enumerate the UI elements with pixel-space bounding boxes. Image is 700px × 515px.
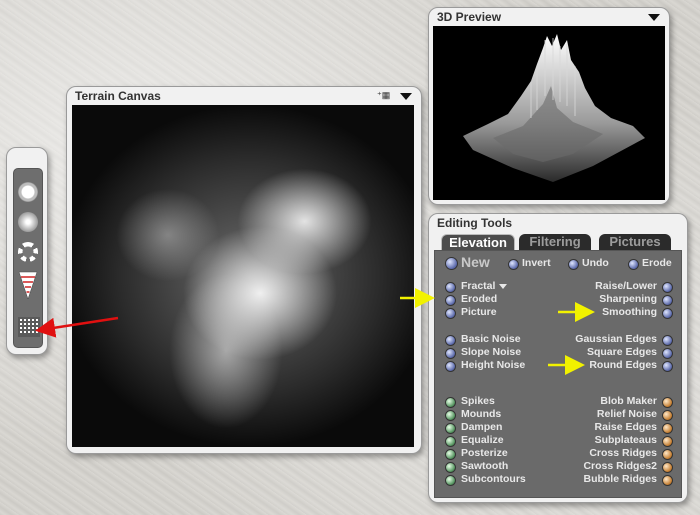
- elevation-tab-body: New Invert Undo Erode Fractal Eroded Pic…: [434, 250, 682, 498]
- tab-elevation[interactable]: Elevation: [441, 234, 515, 251]
- posterize-button-icon[interactable]: [445, 449, 456, 460]
- sawtooth-button[interactable]: Sawtooth: [461, 460, 508, 472]
- mounds-button-icon[interactable]: [445, 410, 456, 421]
- square-edges-button[interactable]: Square Edges: [587, 346, 657, 358]
- sawtooth-button-icon[interactable]: [445, 462, 456, 473]
- subplateaus-button-icon[interactable]: [662, 436, 673, 447]
- spikes-button[interactable]: Spikes: [461, 395, 495, 407]
- brush-toolbar: [6, 147, 48, 355]
- invert-button-icon[interactable]: [508, 259, 519, 270]
- gaussian-edges-button[interactable]: Gaussian Edges: [575, 333, 657, 345]
- terrain-title: Terrain Canvas: [75, 89, 161, 103]
- height-noise-button[interactable]: Height Noise: [461, 359, 525, 371]
- blob-maker-button-icon[interactable]: [662, 397, 673, 408]
- preview-title: 3D Preview: [437, 10, 502, 24]
- grid-tool-icon[interactable]: [18, 317, 40, 337]
- preview-viewport[interactable]: [433, 26, 665, 200]
- picture-button-icon[interactable]: [445, 308, 456, 319]
- basic-noise-button-icon[interactable]: [445, 335, 456, 346]
- resize-icon[interactable]: ⁺▦: [377, 90, 390, 101]
- editing-title: Editing Tools: [437, 216, 513, 230]
- basic-noise-button[interactable]: Basic Noise: [461, 333, 521, 345]
- toolbar-tray: [13, 168, 43, 348]
- raise-edges-button[interactable]: Raise Edges: [595, 421, 657, 433]
- relief-noise-button-icon[interactable]: [662, 410, 673, 421]
- brush-spray-icon[interactable]: [18, 242, 38, 262]
- height-noise-button-icon[interactable]: [445, 361, 456, 372]
- mounds-button[interactable]: Mounds: [461, 408, 501, 420]
- terrain-canvas-panel: Terrain Canvas ⁺▦: [66, 86, 422, 454]
- cross-ridges-button-icon[interactable]: [662, 449, 673, 460]
- round-edges-button[interactable]: Round Edges: [589, 359, 657, 371]
- subcontours-button[interactable]: Subcontours: [461, 473, 526, 485]
- preview-panel: 3D Preview: [428, 7, 670, 205]
- gaussian-edges-button-icon[interactable]: [662, 335, 673, 346]
- fractal-button-icon[interactable]: [445, 282, 456, 293]
- tab-filtering[interactable]: Filtering: [519, 234, 591, 250]
- eroded-button-icon[interactable]: [445, 295, 456, 306]
- new-button[interactable]: New: [461, 254, 490, 270]
- round-edges-button-icon[interactable]: [662, 361, 673, 372]
- spikes-button-icon[interactable]: [445, 397, 456, 408]
- undo-button-icon[interactable]: [568, 259, 579, 270]
- terrain-heightmap[interactable]: [72, 105, 414, 447]
- equalize-button[interactable]: Equalize: [461, 434, 504, 446]
- brush-hard-icon[interactable]: [18, 182, 38, 202]
- new-button-icon[interactable]: [445, 257, 458, 270]
- sharpening-button[interactable]: Sharpening: [599, 293, 657, 305]
- erode-button-icon[interactable]: [628, 259, 639, 270]
- raise-lower-button[interactable]: Raise/Lower: [595, 280, 657, 292]
- picture-button[interactable]: Picture: [461, 306, 497, 318]
- erode-button[interactable]: Erode: [642, 257, 672, 269]
- bubble-ridges-button-icon[interactable]: [662, 475, 673, 486]
- tab-pictures[interactable]: Pictures: [599, 234, 671, 250]
- subplateaus-button[interactable]: Subplateaus: [595, 434, 657, 446]
- dampen-button-icon[interactable]: [445, 423, 456, 434]
- equalize-button-icon[interactable]: [445, 436, 456, 447]
- brush-soft-icon[interactable]: [18, 212, 38, 232]
- subcontours-button-icon[interactable]: [445, 475, 456, 486]
- blob-maker-button[interactable]: Blob Maker: [600, 395, 657, 407]
- slope-noise-button-icon[interactable]: [445, 348, 456, 359]
- preview-menu-arrow-icon[interactable]: [648, 14, 660, 21]
- undo-button[interactable]: Undo: [582, 257, 609, 269]
- slope-noise-button[interactable]: Slope Noise: [461, 346, 521, 358]
- cross-ridges2-button[interactable]: Cross Ridges2: [583, 460, 657, 472]
- cross-ridges2-button-icon[interactable]: [662, 462, 673, 473]
- eroded-button[interactable]: Eroded: [461, 293, 497, 305]
- brush-strength-icon[interactable]: [18, 271, 38, 300]
- dampen-button[interactable]: Dampen: [461, 421, 502, 433]
- raise-edges-button-icon[interactable]: [662, 423, 673, 434]
- bubble-ridges-button[interactable]: Bubble Ridges: [583, 473, 657, 485]
- fractal-button[interactable]: Fractal: [461, 280, 508, 292]
- terrain-3d-render: [463, 34, 645, 182]
- smoothing-button[interactable]: Smoothing: [602, 306, 657, 318]
- square-edges-button-icon[interactable]: [662, 348, 673, 359]
- editing-tools-panel: Editing Tools Elevation Filtering Pictur…: [428, 213, 688, 503]
- posterize-button[interactable]: Posterize: [461, 447, 508, 459]
- fractal-dropdown-arrow-icon[interactable]: [499, 283, 508, 289]
- smoothing-button-icon[interactable]: [662, 308, 673, 319]
- raise-lower-button-icon[interactable]: [662, 282, 673, 293]
- sharpening-button-icon[interactable]: [662, 295, 673, 306]
- terrain-menu-arrow-icon[interactable]: [400, 93, 412, 100]
- relief-noise-button[interactable]: Relief Noise: [597, 408, 657, 420]
- invert-button[interactable]: Invert: [522, 257, 551, 269]
- cross-ridges-button[interactable]: Cross Ridges: [589, 447, 657, 459]
